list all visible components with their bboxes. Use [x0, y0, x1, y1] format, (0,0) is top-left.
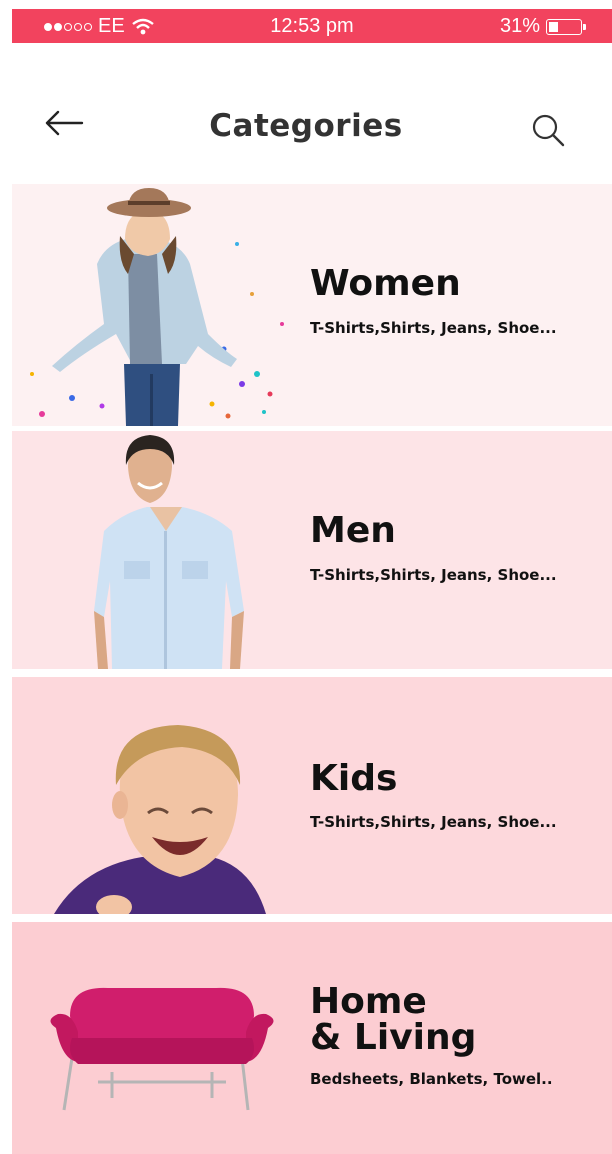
- search-icon[interactable]: [530, 112, 566, 148]
- category-subtitle: T-Shirts,Shirts, Jeans, Shoe...: [310, 319, 557, 337]
- category-subtitle: Bedsheets, Blankets, Towel..: [310, 1070, 553, 1088]
- category-women-card[interactable]: Women T-Shirts,Shirts, Jeans, Shoe...: [12, 184, 612, 426]
- category-home-living-card[interactable]: Home & Living Bedsheets, Blankets, Towel…: [12, 922, 612, 1154]
- man-in-shirt-photo: [94, 435, 244, 669]
- category-label: Women: [310, 263, 461, 304]
- battery-fill: [549, 21, 558, 32]
- pink-sofa-photo: [50, 987, 274, 1111]
- status-bar: EE 12:53 pm 31%: [12, 9, 612, 43]
- category-kids-card[interactable]: Kids T-Shirts,Shirts, Jeans, Shoe...: [12, 677, 612, 914]
- category-men-card[interactable]: Men T-Shirts,Shirts, Jeans, Shoe...: [12, 431, 612, 669]
- category-subtitle: T-Shirts,Shirts, Jeans, Shoe...: [310, 813, 557, 831]
- battery-percent: 31%: [499, 15, 540, 37]
- category-label: Men: [310, 510, 396, 551]
- category-label: Kids: [310, 758, 398, 799]
- page-title: Categories: [209, 108, 403, 144]
- top-nav-bar: Categories: [0, 90, 612, 170]
- status-right: 31%: [499, 15, 586, 38]
- woman-in-hat-photo: [30, 188, 284, 426]
- battery-icon: [546, 18, 586, 35]
- category-label: Home & Living: [310, 981, 477, 1058]
- laughing-child-photo: [54, 725, 266, 914]
- category-subtitle: T-Shirts,Shirts, Jeans, Shoe...: [310, 566, 557, 584]
